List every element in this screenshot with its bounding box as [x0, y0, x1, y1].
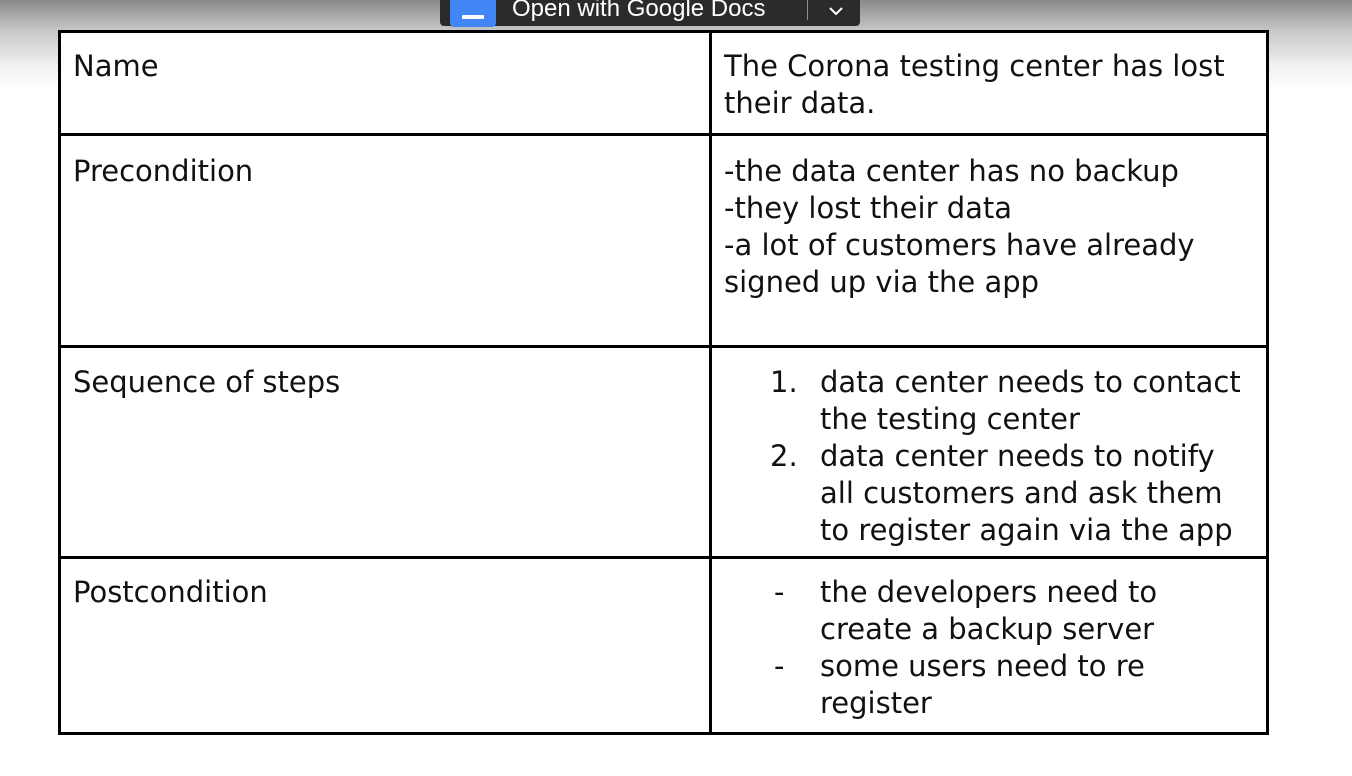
precondition-line: -they lost their data [724, 191, 1013, 225]
step-number: 2. [770, 439, 798, 473]
button-divider [807, 0, 808, 20]
sequence-label: Sequence of steps [58, 345, 712, 559]
list-item: 2. data center needs to notify all custo… [724, 438, 1254, 549]
name-value: The Corona testing center has lost their… [709, 30, 1269, 136]
table-row: Name The Corona testing center has lost … [58, 30, 1269, 136]
step-text: data center needs to notify all customer… [820, 439, 1233, 547]
table-row: Postcondition - the developers need to c… [58, 556, 1269, 735]
document-page: Open with Google Docs Name The Corona te… [0, 0, 1352, 776]
list-item: - some users need to re register [724, 648, 1254, 722]
open-with-label: Open with Google Docs [512, 0, 766, 22]
list-item: - the developers need to create a backup… [724, 574, 1254, 648]
postcondition-list: - the developers need to create a backup… [724, 574, 1254, 722]
dash-marker: - [774, 575, 785, 609]
precondition-line: signed up via the app [724, 265, 1040, 299]
table-row: Precondition -the data center has no bac… [58, 133, 1269, 348]
open-with-google-docs-button[interactable]: Open with Google Docs [440, 0, 860, 27]
dash-marker: - [774, 649, 785, 683]
step-number: 1. [770, 365, 798, 399]
precondition-value: -the data center has no backup -they los… [709, 133, 1269, 348]
postcondition-text: the developers need to create a backup s… [820, 575, 1158, 646]
chevron-down-icon[interactable] [820, 0, 852, 26]
sequence-value: 1. data center needs to contact the test… [709, 345, 1269, 559]
list-item: 1. data center needs to contact the test… [724, 364, 1254, 438]
step-text: data center needs to contact the testing… [820, 365, 1241, 436]
postcondition-label: Postcondition [58, 556, 712, 735]
steps-list: 1. data center needs to contact the test… [724, 364, 1254, 549]
precondition-label: Precondition [58, 133, 712, 348]
postcondition-text: some users need to re register [820, 649, 1145, 720]
name-label: Name [58, 30, 712, 136]
table-row: Sequence of steps 1. data center needs t… [58, 345, 1269, 559]
precondition-line: -a lot of customers have already [724, 228, 1195, 262]
precondition-line: -the data center has no backup [724, 154, 1179, 188]
google-docs-icon [450, 0, 496, 27]
postcondition-value: - the developers need to create a backup… [709, 556, 1269, 735]
use-case-table: Name The Corona testing center has lost … [58, 30, 1269, 735]
